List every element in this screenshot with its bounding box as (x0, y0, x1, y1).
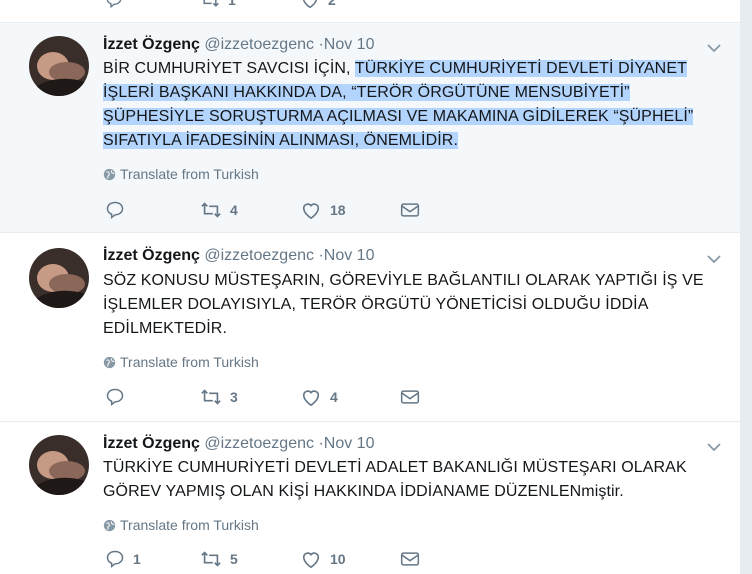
tweet-text-line: BİR CUMHURİYET SAVCISI İÇİN, TÜRKİYE CUM… (103, 60, 687, 77)
tweet-text: BİR CUMHURİYET SAVCISI İÇİN, TÜRKİYE CUM… (103, 57, 733, 153)
reply-button[interactable] (105, 386, 125, 408)
avatar[interactable] (29, 36, 89, 96)
timestamp[interactable]: ·Nov 10 (318, 36, 374, 53)
like-count: 10 (330, 551, 346, 567)
like-button[interactable]: 2 (300, 0, 336, 11)
tweet[interactable]: İzzet Özgenç @izzetoezgenc ·Nov 10 TÜRKİ… (0, 422, 740, 574)
tweet-text: TÜRKİYE CUMHURİYETİ DEVLETİ ADALET BAKAN… (103, 456, 733, 504)
reply-button[interactable] (105, 0, 123, 11)
reply-icon (106, 201, 124, 220)
tweet-text-line: İŞLEMLER DOLAYISIYLA, TERÖR ÖRGÜTÜ YÖNET… (103, 296, 649, 313)
retweet-icon (203, 0, 219, 7)
display-name[interactable]: İzzet Özgenç (103, 247, 200, 264)
globe-icon (103, 519, 116, 532)
translate-link[interactable]: Translate from Turkish (103, 517, 259, 533)
reply-count: 1 (133, 551, 141, 567)
direct-message-button[interactable] (400, 548, 420, 570)
heart-icon (302, 552, 320, 569)
retweet-count: 4 (230, 202, 238, 218)
tweet-header: İzzet Özgenç @izzetoezgenc ·Nov 10 (103, 435, 374, 453)
retweet-button[interactable]: 1 (200, 0, 236, 11)
translate-link[interactable]: Translate from Turkish (103, 166, 259, 182)
retweet-count: 3 (230, 389, 238, 405)
retweet-count: 5 (230, 551, 238, 567)
tweet-text-line: SIFATIYLA İFADESİNİN ALINMASI, ÖNEMLİDİR… (103, 132, 459, 149)
retweet-icon (201, 389, 221, 405)
retweet-icon (201, 202, 221, 218)
display-name[interactable]: İzzet Özgenç (103, 435, 200, 452)
chevron-down-icon[interactable] (706, 439, 722, 455)
display-name[interactable]: İzzet Özgenç (103, 36, 200, 53)
tweet-actions: 4 18 (105, 199, 435, 221)
handle[interactable]: @izzetoezgenc (204, 435, 314, 452)
tweet-text-line: İŞLERİ BAŞKANI HAKKINDA DA, “TERÖR ÖRGÜT… (103, 84, 630, 101)
reply-icon (106, 0, 122, 9)
like-count: 2 (328, 0, 336, 8)
tweet-text: SÖZ KONUSU MÜSTEŞARIN, GÖREVİYLE BAĞLANT… (103, 269, 733, 341)
globe-icon (103, 168, 116, 181)
like-count: 4 (330, 389, 338, 405)
timestamp[interactable]: ·Nov 10 (318, 435, 374, 452)
chevron-down-icon[interactable] (706, 40, 722, 56)
retweet-count: 1 (228, 0, 236, 8)
heart-icon (302, 390, 320, 407)
envelope-icon (400, 203, 420, 217)
tweet-header: İzzet Özgenç @izzetoezgenc ·Nov 10 (103, 247, 374, 265)
translate-link[interactable]: Translate from Turkish (103, 354, 259, 370)
globe-icon (103, 356, 116, 369)
envelope-icon (400, 552, 420, 566)
reply-button[interactable] (105, 199, 125, 221)
heart-icon (302, 0, 318, 9)
tweet[interactable]: İzzet Özgenç @izzetoezgenc ·Nov 10 SÖZ K… (0, 233, 740, 422)
like-button[interactable]: 4 (300, 386, 338, 408)
tweet-text-line: TÜRKİYE CUMHURİYETİ DEVLETİ ADALET BAKAN… (103, 459, 687, 476)
like-count: 18 (330, 202, 346, 218)
envelope-icon (400, 390, 420, 404)
handle[interactable]: @izzetoezgenc (204, 247, 314, 264)
avatar[interactable] (29, 248, 89, 308)
retweet-button[interactable]: 4 (200, 199, 238, 221)
retweet-icon (201, 551, 221, 567)
tweet[interactable]: İzzet Özgenç @izzetoezgenc ·Nov 10 BİR C… (0, 23, 740, 233)
retweet-button[interactable]: 5 (200, 548, 238, 570)
reply-icon (106, 388, 124, 407)
direct-message-button[interactable] (400, 386, 420, 408)
like-button[interactable]: 18 (300, 199, 346, 221)
like-button[interactable]: 10 (300, 548, 346, 570)
previous-tweet-actions: 1 2 (0, 0, 740, 23)
tweet-actions: 1 5 10 (105, 548, 435, 570)
tweet-text-line: GÖREV YAPMIŞ OLAN KİŞİ HAKKINDA İDDİANAM… (103, 483, 624, 500)
reply-icon (106, 550, 124, 569)
direct-message-button[interactable] (400, 199, 420, 221)
tweet-header: İzzet Özgenç @izzetoezgenc ·Nov 10 (103, 36, 374, 54)
tweet-actions: 3 4 (105, 386, 435, 408)
heart-icon (302, 203, 320, 220)
tweet-text-line: EDİLMEKTEDİR. (103, 320, 227, 337)
timeline: 1 2 İzzet Özgenç @izzetoezgenc ·Nov 10 B… (0, 0, 740, 574)
handle[interactable]: @izzetoezgenc (204, 36, 314, 53)
timestamp[interactable]: ·Nov 10 (318, 247, 374, 264)
tweet-text-line: SÖZ KONUSU MÜSTEŞARIN, GÖREVİYLE BAĞLANT… (103, 272, 704, 289)
chevron-down-icon[interactable] (706, 251, 722, 267)
tweet-text-line: ŞÜPHESİYLE SORUŞTURMA AÇILMASI VE MAKAMI… (103, 108, 694, 125)
reply-button[interactable]: 1 (105, 548, 141, 570)
page-background-edge (740, 0, 752, 574)
retweet-button[interactable]: 3 (200, 386, 238, 408)
avatar[interactable] (29, 435, 89, 495)
